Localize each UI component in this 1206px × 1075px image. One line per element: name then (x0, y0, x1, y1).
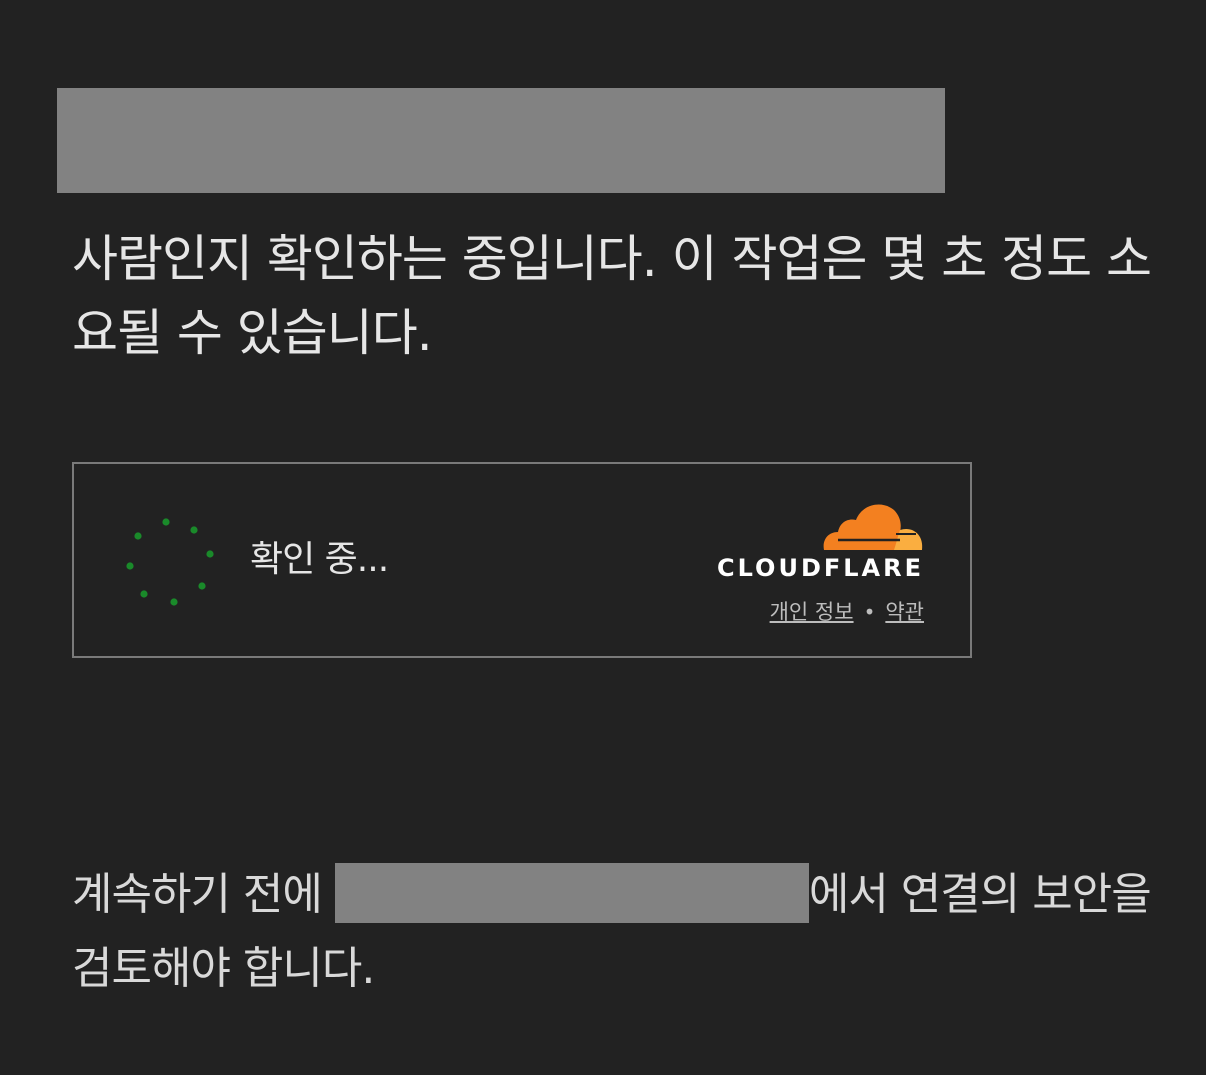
legal-links: 개인 정보 • 약관 (770, 596, 924, 626)
cloudflare-branding: CLOUDFLARE 개인 정보 • 약관 (694, 500, 924, 624)
footer-text-before: 계속하기 전에 (72, 869, 335, 920)
challenge-page: 사람인지 확인하는 중입니다. 이 작업은 몇 초 정도 소요될 수 있습니다.… (0, 0, 1206, 1075)
redacted-domain-title (57, 88, 945, 193)
link-separator: • (863, 600, 876, 624)
privacy-link[interactable]: 개인 정보 (770, 600, 854, 624)
cloudflare-wordmark[interactable]: CLOUDFLARE (717, 554, 924, 582)
footer-message: 계속하기 전에 에서 연결의 보안을 검토해야 합니다. (72, 858, 1152, 1006)
loading-spinner-icon (126, 518, 214, 606)
cloudflare-cloud-icon[interactable] (816, 500, 924, 552)
turnstile-widget: 확인 중... CLOUDFLARE 개인 정보 • 약관 (72, 462, 972, 658)
redacted-domain-inline (334, 863, 809, 923)
page-heading: 사람인지 확인하는 중입니다. 이 작업은 몇 초 정도 소요될 수 있습니다. (72, 230, 1152, 362)
terms-link[interactable]: 약관 (885, 600, 924, 624)
verifying-status: 확인 중... (250, 539, 389, 580)
